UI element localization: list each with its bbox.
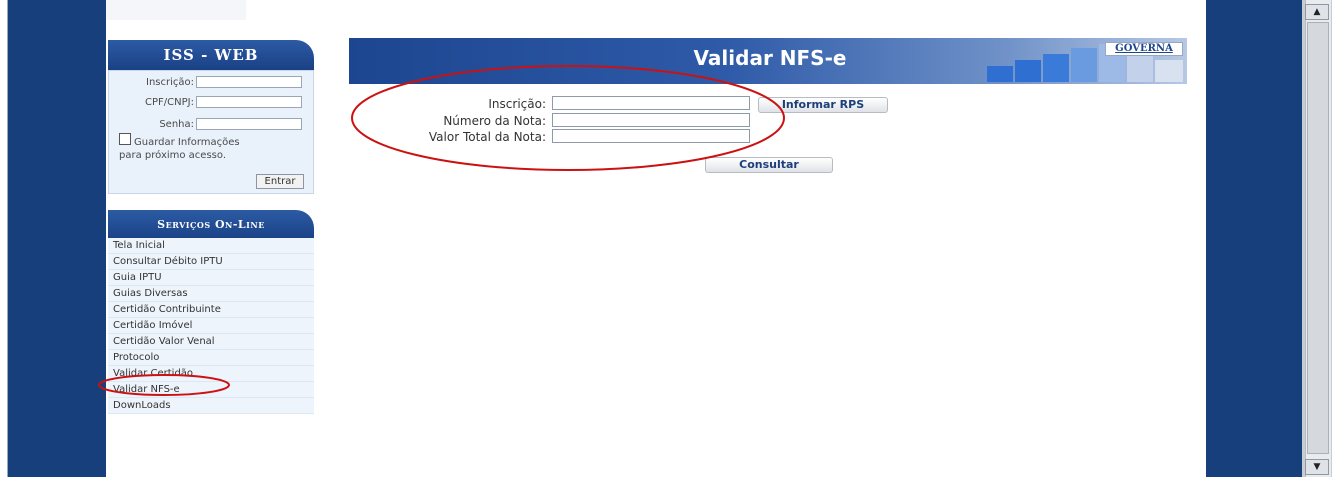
menu-highlight-ellipse: [98, 374, 230, 396]
form-highlight-ellipse: [351, 65, 785, 171]
annotation-overlay: [98, 65, 785, 396]
